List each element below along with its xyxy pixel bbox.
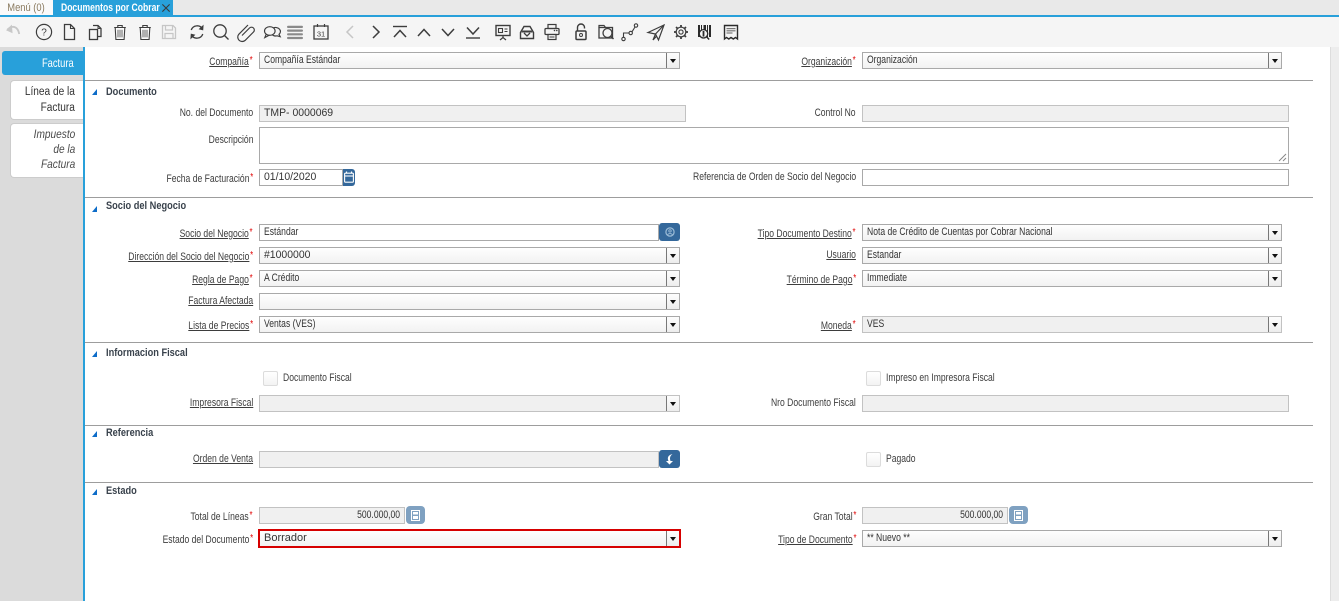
svg-text:?: ?: [41, 28, 47, 39]
svg-text:31: 31: [317, 30, 325, 39]
